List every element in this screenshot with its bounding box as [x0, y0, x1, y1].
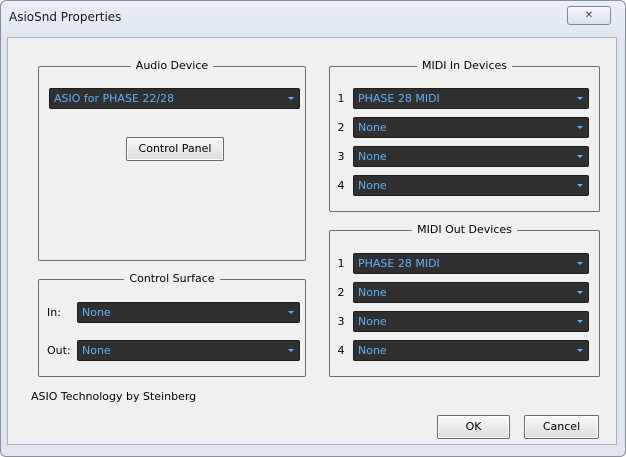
- audio-device-title: Audio Device: [130, 59, 214, 72]
- midi-in-select-4[interactable]: None: [353, 175, 589, 196]
- control-surface-in-label: In:: [47, 306, 61, 319]
- audio-device-select[interactable]: ASIO for PHASE 22/28: [49, 88, 300, 109]
- midi-out-value: PHASE 28 MIDI: [358, 257, 440, 270]
- midi-in-select-3[interactable]: None: [353, 146, 589, 167]
- midi-in-select-1[interactable]: PHASE 28 MIDI: [353, 88, 589, 109]
- chevron-down-icon: [288, 349, 294, 352]
- control-surface-out-select[interactable]: None: [77, 340, 300, 361]
- midi-out-select-4[interactable]: None: [353, 340, 589, 361]
- midi-in-row-number: 3: [337, 150, 345, 163]
- control-surface-group: Control Surface: [38, 272, 306, 377]
- control-panel-button[interactable]: Control Panel: [126, 137, 224, 161]
- midi-in-value: None: [358, 150, 387, 163]
- dialog-client-area: Audio Device ASIO for PHASE 22/28 Contro…: [7, 37, 617, 445]
- midi-out-title: MIDI Out Devices: [412, 223, 517, 236]
- chevron-down-icon: [288, 311, 294, 314]
- window-title: AsioSnd Properties: [9, 10, 122, 24]
- control-surface-in-value: None: [82, 306, 111, 319]
- chevron-down-icon: [577, 97, 583, 100]
- close-button[interactable]: ✕: [567, 6, 611, 25]
- ok-button[interactable]: OK: [437, 415, 510, 439]
- chevron-down-icon: [288, 97, 294, 100]
- audio-device-value: ASIO for PHASE 22/28: [54, 92, 175, 105]
- chevron-down-icon: [577, 291, 583, 294]
- cancel-button[interactable]: Cancel: [524, 415, 599, 439]
- midi-in-row-number: 2: [337, 121, 345, 134]
- midi-in-value: PHASE 28 MIDI: [358, 92, 440, 105]
- asio-credit-text: ASIO Technology by Steinberg: [31, 390, 197, 403]
- control-surface-out-label: Out:: [47, 344, 71, 357]
- close-icon: ✕: [584, 10, 594, 21]
- midi-in-value: None: [358, 179, 387, 192]
- midi-in-value: None: [358, 121, 387, 134]
- control-surface-in-select[interactable]: None: [77, 302, 300, 323]
- midi-out-select-1[interactable]: PHASE 28 MIDI: [353, 253, 589, 274]
- chevron-down-icon: [577, 349, 583, 352]
- midi-in-row-number: 1: [337, 92, 345, 105]
- midi-out-row-number: 2: [337, 286, 345, 299]
- midi-out-row-number: 1: [337, 257, 345, 270]
- control-surface-title: Control Surface: [124, 272, 220, 285]
- midi-out-select-2[interactable]: None: [353, 282, 589, 303]
- chevron-down-icon: [577, 126, 583, 129]
- midi-in-row-number: 4: [337, 179, 345, 192]
- midi-out-row-number: 3: [337, 315, 345, 328]
- midi-out-select-3[interactable]: None: [353, 311, 589, 332]
- midi-out-row-number: 4: [337, 344, 345, 357]
- control-surface-out-value: None: [82, 344, 111, 357]
- chevron-down-icon: [577, 155, 583, 158]
- chevron-down-icon: [577, 184, 583, 187]
- midi-in-select-2[interactable]: None: [353, 117, 589, 138]
- midi-out-value: None: [358, 344, 387, 357]
- midi-out-value: None: [358, 315, 387, 328]
- midi-out-value: None: [358, 286, 387, 299]
- midi-in-title: MIDI In Devices: [416, 59, 512, 72]
- chevron-down-icon: [577, 262, 583, 265]
- chevron-down-icon: [577, 320, 583, 323]
- title-bar[interactable]: AsioSnd Properties ✕: [1, 1, 625, 35]
